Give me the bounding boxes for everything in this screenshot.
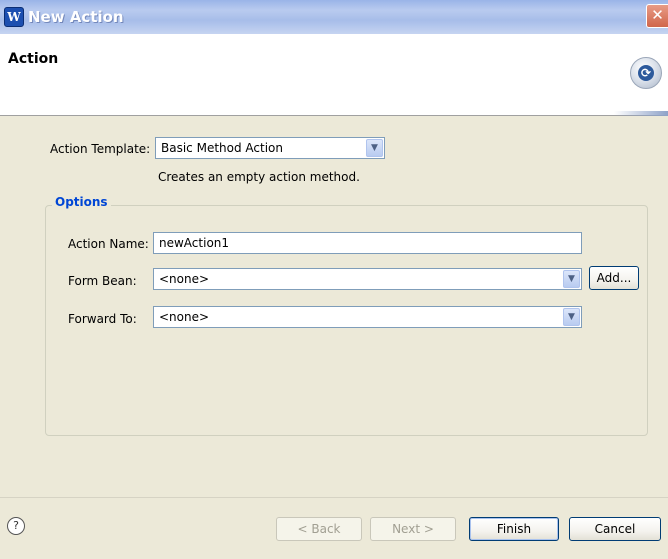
chevron-down-icon[interactable]: ▼ <box>563 308 580 326</box>
forward-to-label: Forward To: <box>68 312 137 326</box>
options-legend: Options <box>52 195 111 209</box>
chevron-down-icon[interactable]: ▼ <box>563 270 580 288</box>
add-form-bean-button[interactable]: Add... <box>589 266 639 290</box>
close-button[interactable]: ✕ <box>646 4 668 28</box>
cancel-button[interactable]: Cancel <box>569 517 661 541</box>
action-template-label: Action Template: <box>50 142 151 156</box>
action-name-input[interactable] <box>154 233 581 253</box>
window-title: New Action <box>28 8 124 26</box>
new-action-dialog: W New Action ✕ Action ⟳ Action Template:… <box>0 0 668 559</box>
back-button[interactable]: < Back <box>276 517 362 541</box>
next-button[interactable]: Next > <box>370 517 456 541</box>
action-template-select[interactable]: Basic Method Action ▼ <box>155 137 385 159</box>
action-name-label: Action Name: <box>68 237 149 251</box>
form-bean-select[interactable]: <none> ▼ <box>153 268 582 290</box>
action-template-value: Basic Method Action <box>161 141 283 155</box>
refresh-icon: ⟳ <box>630 57 662 89</box>
chevron-down-icon[interactable]: ▼ <box>366 139 383 157</box>
form-bean-label: Form Bean: <box>68 274 137 288</box>
finish-button[interactable]: Finish <box>469 517 559 541</box>
page-title: Action <box>8 51 59 67</box>
refresh-glyph: ⟳ <box>638 65 654 81</box>
header-banner: Action ⟳ <box>0 34 668 116</box>
help-icon[interactable]: ? <box>7 517 25 535</box>
footer-divider <box>0 497 668 498</box>
forward-to-value: <none> <box>159 310 210 324</box>
banner-divider <box>614 111 668 116</box>
action-name-field[interactable] <box>153 232 582 254</box>
form-bean-value: <none> <box>159 272 210 286</box>
app-logo-icon: W <box>4 7 24 27</box>
title-bar[interactable]: W New Action ✕ <box>0 0 668 34</box>
forward-to-select[interactable]: <none> ▼ <box>153 306 582 328</box>
action-template-description: Creates an empty action method. <box>158 170 360 184</box>
